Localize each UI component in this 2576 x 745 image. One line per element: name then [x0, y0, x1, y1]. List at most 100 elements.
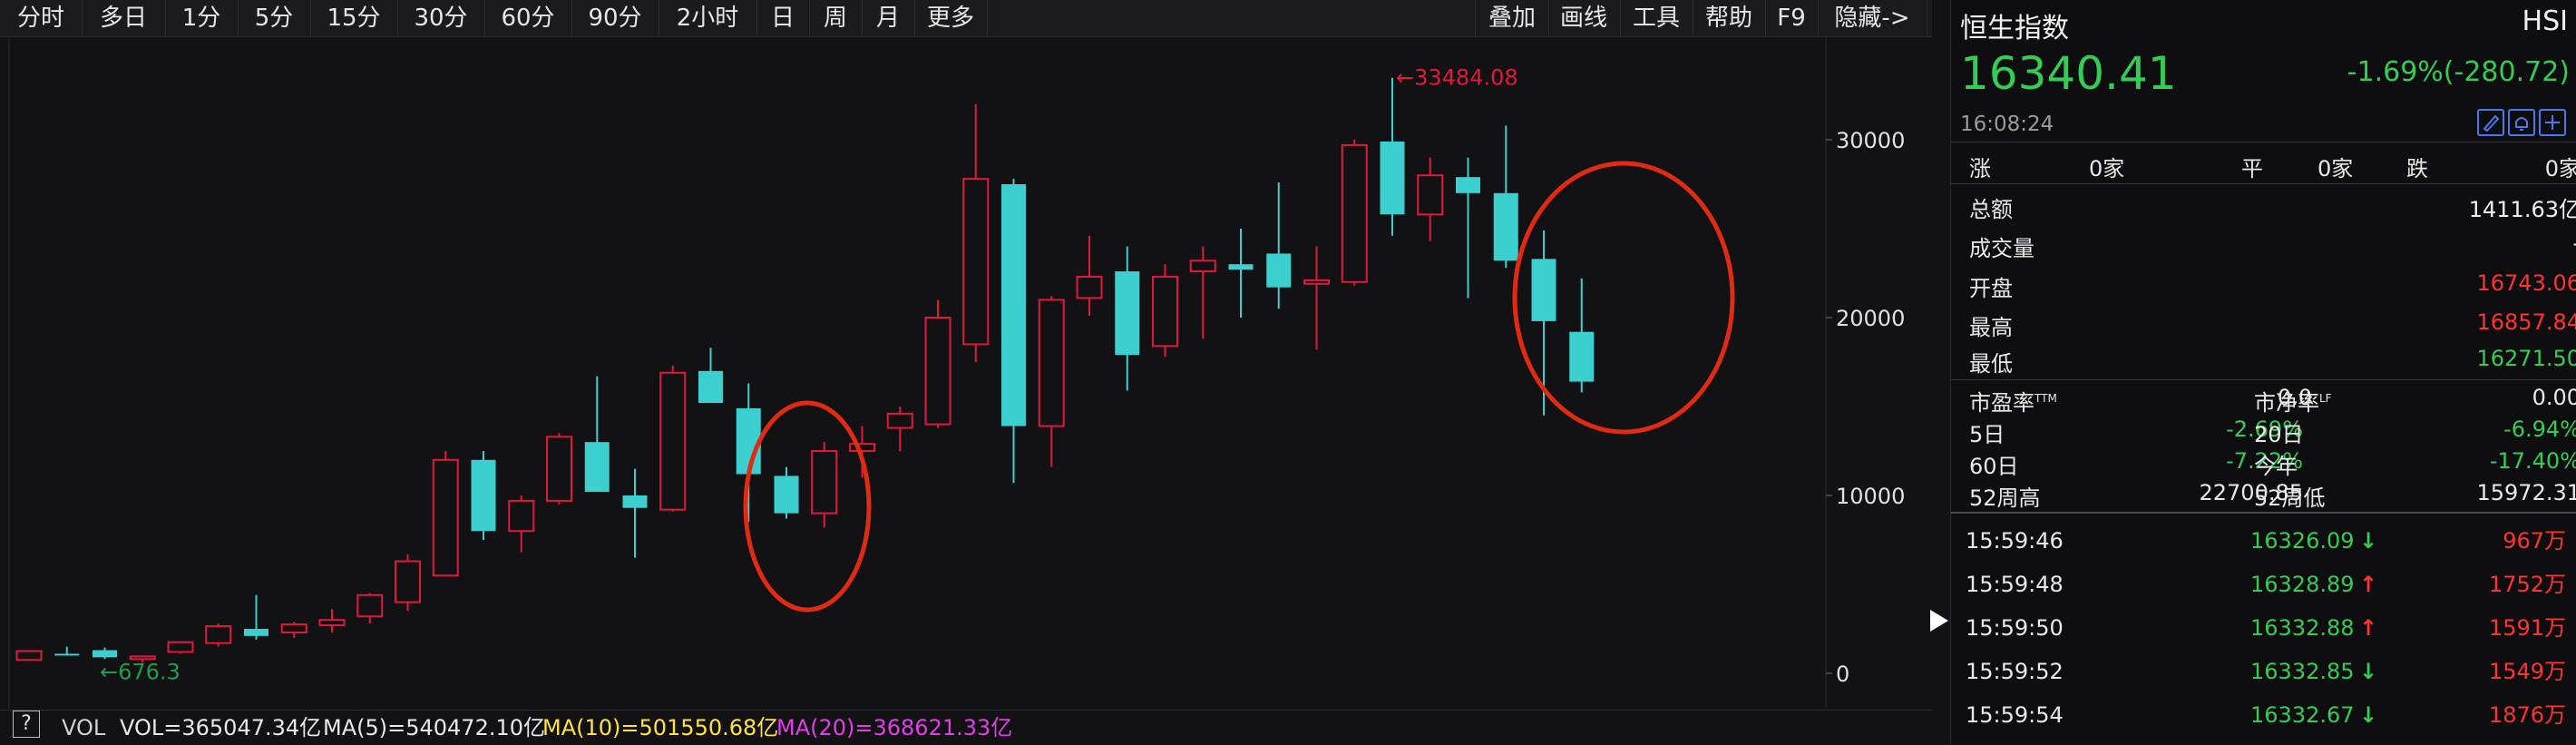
- breadth-flat-count: 0家: [2317, 156, 2354, 181]
- tab-period-60min[interactable]: 60分: [484, 0, 572, 36]
- candle-body-down: [584, 442, 610, 493]
- candlestick-chart[interactable]: 30000 20000 10000 0 ←33484.08 ←676.3: [0, 36, 1932, 708]
- candle-body-up: [167, 641, 194, 653]
- candle-body-down: [622, 495, 648, 508]
- tab-period-week[interactable]: 周: [809, 0, 863, 36]
- candle-body-up: [1341, 143, 1368, 283]
- tick-direction-icon: ↓: [2359, 528, 2378, 554]
- tab-period-multiday[interactable]: 多日: [82, 0, 166, 36]
- period-60d-label: 60日: [1969, 454, 2019, 479]
- stat-high-value: 16857.84: [2476, 309, 2576, 335]
- max-price-label: ←33484.08: [1396, 65, 1518, 91]
- breadth-up-count: 0家: [2089, 156, 2125, 181]
- stat-turnover-label: 总额: [1969, 197, 2013, 222]
- week52-low-label: 52周低: [2254, 485, 2326, 511]
- pe-label: 市盈率TTM: [1969, 390, 2057, 416]
- tick-price: 16332.88: [2250, 615, 2355, 641]
- y-tick-label: 0: [1836, 662, 1849, 687]
- candle-body-up: [659, 371, 687, 511]
- min-price-label: ←676.3: [100, 660, 181, 685]
- divider: [1951, 379, 2576, 380]
- pb-label: 市净率LF: [2254, 390, 2332, 416]
- candle-body-down: [774, 475, 799, 514]
- candle-body-down: [1456, 177, 1480, 193]
- tab-period-30min[interactable]: 30分: [397, 0, 485, 36]
- tab-period-15min[interactable]: 15分: [310, 0, 398, 36]
- annotation-circle: [743, 400, 872, 613]
- week52-low-value: 15972.31: [2476, 480, 2576, 505]
- candle-body-up: [962, 178, 990, 346]
- tab-period-90min[interactable]: 90分: [571, 0, 659, 36]
- help-button[interactable]: 帮助: [1693, 0, 1766, 36]
- index-code: HSI: [2522, 5, 2568, 37]
- stat-volume-label: 成交量: [1969, 236, 2034, 261]
- tick-volume: 1591万: [2488, 615, 2566, 641]
- tick-volume: 967万: [2503, 528, 2566, 554]
- candle-body-up: [318, 619, 346, 627]
- candle-body-up: [356, 593, 384, 618]
- week52-high-label: 52周高: [1969, 485, 2041, 511]
- pb-value: 0.00: [2532, 385, 2576, 410]
- quote-time: 16:08:24: [1960, 113, 2054, 136]
- overlay-button[interactable]: 叠加: [1475, 0, 1549, 36]
- candle-body-up: [1152, 275, 1178, 348]
- alert-bell-icon[interactable]: [2508, 109, 2535, 136]
- candle-body-up: [1076, 275, 1103, 299]
- tick-row: 15:59:50 16332.88 ↑ 1591万: [1951, 606, 2576, 650]
- candle-body-up: [395, 560, 421, 603]
- candle-body-down: [1001, 184, 1026, 426]
- draw-line-button[interactable]: 画线: [1547, 0, 1621, 36]
- candle-body-up: [886, 412, 913, 429]
- candle-body-up: [546, 436, 572, 502]
- tick-volume: 1876万: [2488, 702, 2566, 728]
- candle-body-up: [432, 458, 459, 577]
- tick-volume: 1752万: [2488, 572, 2566, 597]
- tab-period-more[interactable]: 更多: [914, 0, 988, 36]
- ma10-value: MA(10)=501550.68亿: [542, 715, 779, 740]
- candle-body-up: [924, 317, 951, 426]
- hide-panel-button[interactable]: 隐藏->: [1818, 0, 1927, 36]
- candle-body-up: [849, 443, 875, 453]
- y-tick-label: 10000: [1836, 484, 1905, 509]
- candle-body-up: [1417, 174, 1444, 216]
- tools-button[interactable]: 工具: [1620, 0, 1693, 36]
- tab-period-month[interactable]: 月: [862, 0, 915, 36]
- tick-volume: 1549万: [2488, 659, 2566, 684]
- edit-icon[interactable]: [2477, 109, 2504, 136]
- tick-time: 15:59:52: [1966, 659, 2064, 684]
- tab-period-day[interactable]: 日: [756, 0, 810, 36]
- vol-label: VOL: [62, 715, 106, 740]
- tick-direction-icon: ↑: [2359, 615, 2378, 641]
- stat-low-label: 最低: [1969, 351, 2013, 377]
- tab-period-5min[interactable]: 5分: [238, 0, 311, 36]
- candle-body-down: [93, 650, 117, 658]
- candle-body-down: [1228, 264, 1254, 270]
- stat-open-label: 开盘: [1969, 276, 2013, 301]
- tab-period-2hour[interactable]: 2小时: [659, 0, 757, 36]
- period-20d-value: -6.94%: [2503, 417, 2576, 442]
- y-tick-label: 20000: [1836, 306, 1905, 331]
- tick-direction-icon: ↓: [2359, 659, 2378, 684]
- expand-arrow-icon[interactable]: [1930, 610, 1948, 632]
- stat-volume-value: -: [2572, 230, 2576, 256]
- add-icon[interactable]: [2539, 109, 2566, 136]
- chart-panel: 分时 多日 1分 5分 15分 30分 60分 90分 2小时 日 周 月 更多…: [0, 0, 1932, 745]
- ma20-value: MA(20)=368621.33亿: [776, 715, 1013, 740]
- breadth-down-label: 跌: [2406, 156, 2428, 181]
- period-20d-label: 20日: [2254, 422, 2304, 447]
- last-price: 16340.41: [1960, 47, 2177, 100]
- candle-body-up: [1038, 299, 1065, 427]
- candle-body-down: [1266, 253, 1292, 288]
- ma5-value: MA(5)=540472.10亿: [323, 715, 546, 740]
- candle-body-up: [811, 450, 838, 515]
- tick-time: 15:59:48: [1966, 572, 2064, 597]
- tab-period-timeshare[interactable]: 分时: [0, 0, 83, 36]
- candle-body-up: [15, 650, 43, 662]
- candle-body-down: [1380, 141, 1405, 215]
- volume-indicator-bar: ? VOL VOL=365047.34亿 MA(5)=540472.10亿 MA…: [0, 710, 1932, 745]
- breadth-flat-label: 平: [2241, 156, 2263, 181]
- indicator-help-icon[interactable]: ?: [13, 711, 40, 738]
- f9-button[interactable]: F9: [1765, 0, 1819, 36]
- tab-period-1min[interactable]: 1分: [165, 0, 239, 36]
- price-change: -1.69%(-280.72): [2347, 56, 2570, 88]
